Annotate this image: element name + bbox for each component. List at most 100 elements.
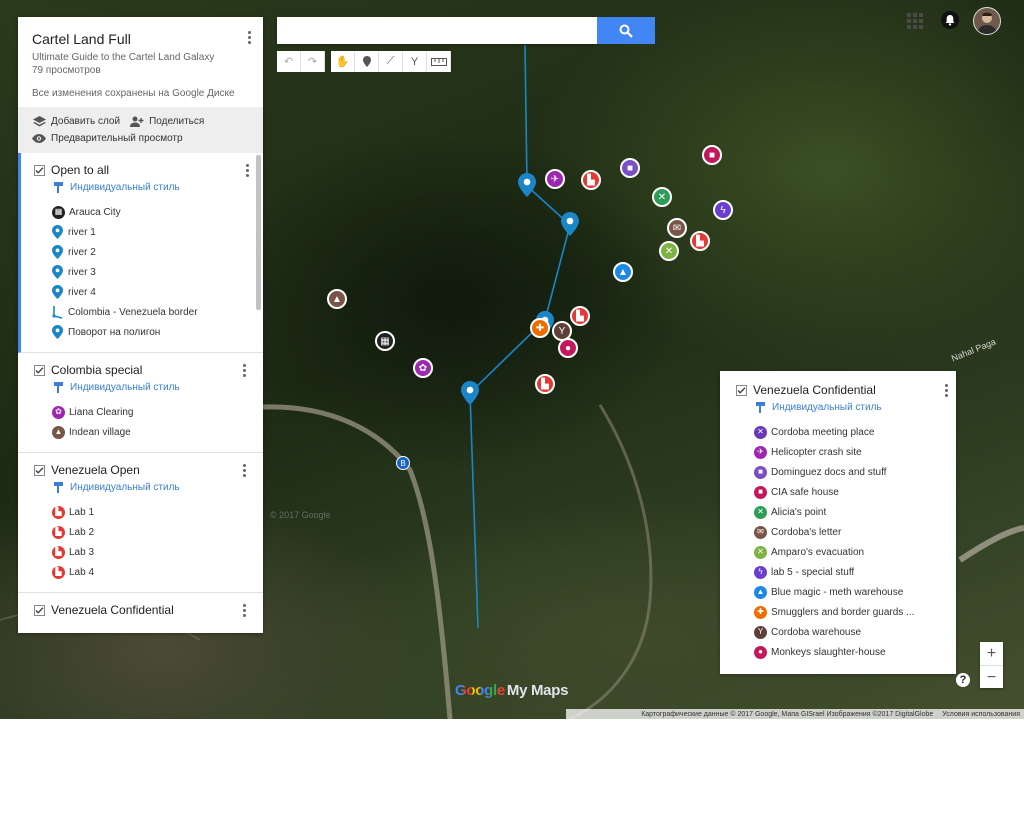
preview-button[interactable]: Предварительный просмотр <box>32 133 183 145</box>
layer-visibility-checkbox[interactable] <box>34 364 45 376</box>
draw-line-button[interactable]: ⟋ <box>379 51 403 72</box>
list-item-lab-5-special-stuff[interactable]: ϟ lab 5 - special stuff <box>720 562 956 582</box>
lab5-lightning-marker[interactable]: ϟ <box>713 200 733 220</box>
hand-icon: ✋ <box>335 56 350 68</box>
map-title[interactable]: Cartel Land Full <box>32 31 249 47</box>
list-item-indean-village[interactable]: ▲ Indean village <box>18 422 263 442</box>
list-item-cordoba-meeting-place[interactable]: ✕ Cordoba meeting place <box>720 422 956 442</box>
layer-name[interactable]: Venezuela Confidential <box>51 603 174 617</box>
list-item-river-1[interactable]: river 1 <box>21 222 263 242</box>
list-item-river-4[interactable]: river 4 <box>21 282 263 302</box>
lab-marker[interactable]: ▙ <box>570 306 590 326</box>
help-icon[interactable]: ? <box>956 673 970 687</box>
layer-style-label: Индивидуальный стиль <box>70 482 180 493</box>
smugglers-marker[interactable]: ✚ <box>530 318 550 338</box>
list-item-blue-magic-meth-warehouse[interactable]: ▲ Blue magic - meth warehouse <box>720 582 956 602</box>
cia-safe-house-marker[interactable]: ■ <box>702 145 722 165</box>
layer-name[interactable]: Venezuela Open <box>51 463 140 477</box>
apps-grid-icon[interactable] <box>906 12 924 30</box>
list-item-helicopter-crash-site[interactable]: ✈ Helicopter crash site <box>720 442 956 462</box>
list-item-lab-2[interactable]: ▙ Lab 2 <box>18 522 263 542</box>
list-item-lab-1[interactable]: ▙ Lab 1 <box>18 502 263 522</box>
route-badge[interactable]: B <box>396 456 410 470</box>
list-item-river-3[interactable]: river 3 <box>21 262 263 282</box>
directions-button[interactable]: Y <box>403 51 427 72</box>
search-button[interactable] <box>597 17 655 44</box>
layer-style-link[interactable]: Индивидуальный стиль <box>54 482 263 493</box>
search-icon <box>619 24 633 38</box>
user-avatar[interactable] <box>973 7 1001 35</box>
list-item-monkeys-slaughter-house[interactable]: ● Monkeys slaughter-house <box>720 642 956 662</box>
add-marker-button[interactable] <box>355 51 379 72</box>
list-item-river-2[interactable]: river 2 <box>21 242 263 262</box>
list-item-cia-safe-house[interactable]: ■ CIA safe house <box>720 482 956 502</box>
layer-options-menu-icon[interactable] <box>939 383 953 399</box>
layer-options-menu-icon[interactable] <box>240 163 254 179</box>
list-item-lab-4[interactable]: ▙ Lab 4 <box>18 562 263 582</box>
layer-open-to-all: Open to all Индивидуальный стиль ▦ Arauca… <box>18 153 263 353</box>
meth-warehouse-marker[interactable]: ▲ <box>613 262 633 282</box>
zoom-in-button[interactable]: + <box>980 642 1003 666</box>
terms-link[interactable]: Условия использования <box>942 711 1020 718</box>
measure-button[interactable] <box>427 51 451 72</box>
layer-name[interactable]: Open to all <box>51 163 109 177</box>
indean-village-marker[interactable]: ▲ <box>327 289 347 309</box>
lab-marker[interactable]: ▙ <box>581 170 601 190</box>
list-item-smugglers-and-border-guards[interactable]: ✚ Smugglers and border guards ... <box>720 602 956 622</box>
layer-name[interactable]: Venezuela Confidential <box>753 383 876 397</box>
zoom-out-button[interactable]: − <box>980 666 1003 689</box>
factory-icon: ▙ <box>52 525 65 539</box>
cordoba-letter-marker[interactable]: ✉ <box>667 218 687 238</box>
arauca-city-marker[interactable]: ▦ <box>375 331 395 351</box>
add-layer-button[interactable]: Добавить слой <box>32 116 120 128</box>
helicopter-crash-marker[interactable]: ✈ <box>545 169 565 189</box>
river-2-pin[interactable] <box>561 212 579 236</box>
list-item-cordoba-s-letter[interactable]: ✉ Cordoba's letter <box>720 522 956 542</box>
layer-options-menu-icon[interactable] <box>237 363 251 379</box>
layer-name[interactable]: Colombia special <box>51 363 142 377</box>
list-item-lab-3[interactable]: ▙ Lab 3 <box>18 542 263 562</box>
undo-button[interactable]: ↶ <box>277 51 301 72</box>
item-label: Helicopter crash site <box>771 446 862 458</box>
river-4-pin[interactable] <box>461 381 479 405</box>
list-item-alicia-s-point[interactable]: ✕ Alicia's point <box>720 502 956 522</box>
list-item-turn-to-range[interactable]: Поворот на полигон <box>21 322 263 342</box>
docs-briefcase-marker[interactable]: ■ <box>620 158 640 178</box>
item-label: Cordoba's letter <box>771 526 842 538</box>
lab-marker[interactable]: ▙ <box>690 231 710 251</box>
layer-visibility-checkbox[interactable] <box>34 464 45 476</box>
list-item-cordoba-warehouse[interactable]: Y Cordoba warehouse <box>720 622 956 642</box>
search-input[interactable] <box>277 17 597 44</box>
liana-clearing-marker[interactable]: ✿ <box>413 358 433 378</box>
layer-visibility-checkbox[interactable] <box>34 164 45 176</box>
river-1-pin[interactable] <box>518 173 536 197</box>
slaughter-house-marker[interactable]: ● <box>558 338 578 358</box>
layer-style-link[interactable]: Индивидуальный стиль <box>756 402 956 413</box>
layer-options-menu-icon[interactable] <box>237 603 251 619</box>
layer-options-menu-icon[interactable] <box>237 463 251 479</box>
layers-list: Open to all Индивидуальный стиль ▦ Arauca… <box>18 153 263 624</box>
share-button[interactable]: Поделиться <box>130 116 204 128</box>
pan-hand-button[interactable]: ✋ <box>331 51 355 72</box>
list-item-amparo-s-evacuation[interactable]: ✕ Amparo's evacuation <box>720 542 956 562</box>
layer-visibility-checkbox[interactable] <box>736 384 747 396</box>
item-label: Arauca City <box>69 206 121 218</box>
list-item-dominguez-docs-and-stuff[interactable]: ■ Dominguez docs and stuff <box>720 462 956 482</box>
map-options-menu-icon[interactable] <box>242 30 256 46</box>
layer-venezuela-confidential: Venezuela Confidential <box>18 593 263 624</box>
layer-style-link[interactable]: Индивидуальный стиль <box>54 382 263 393</box>
map-description[interactable]: Ultimate Guide to the Cartel Land Galaxy <box>32 51 249 64</box>
list-item-border-line[interactable]: Colombia - Venezuela border <box>21 302 263 322</box>
list-item-arauca-city[interactable]: ▦ Arauca City <box>21 202 263 222</box>
pin-icon <box>52 225 63 239</box>
alicia-point-marker[interactable]: ✕ <box>652 187 672 207</box>
layer-style-link[interactable]: Индивидуальный стиль <box>54 182 263 193</box>
amparo-evacuation-marker[interactable]: ✕ <box>659 241 679 261</box>
layer-visibility-checkbox[interactable] <box>34 604 45 616</box>
lab-marker[interactable]: ▙ <box>535 374 555 394</box>
notifications-bell-icon[interactable] <box>941 11 959 29</box>
map-toolbar: ↶ ↷ ✋ ⟋ Y <box>277 51 451 72</box>
redo-button[interactable]: ↷ <box>301 51 325 72</box>
handshake-icon: ✕ <box>754 425 767 439</box>
list-item-liana-clearing[interactable]: ✿ Liana Clearing <box>18 402 263 422</box>
